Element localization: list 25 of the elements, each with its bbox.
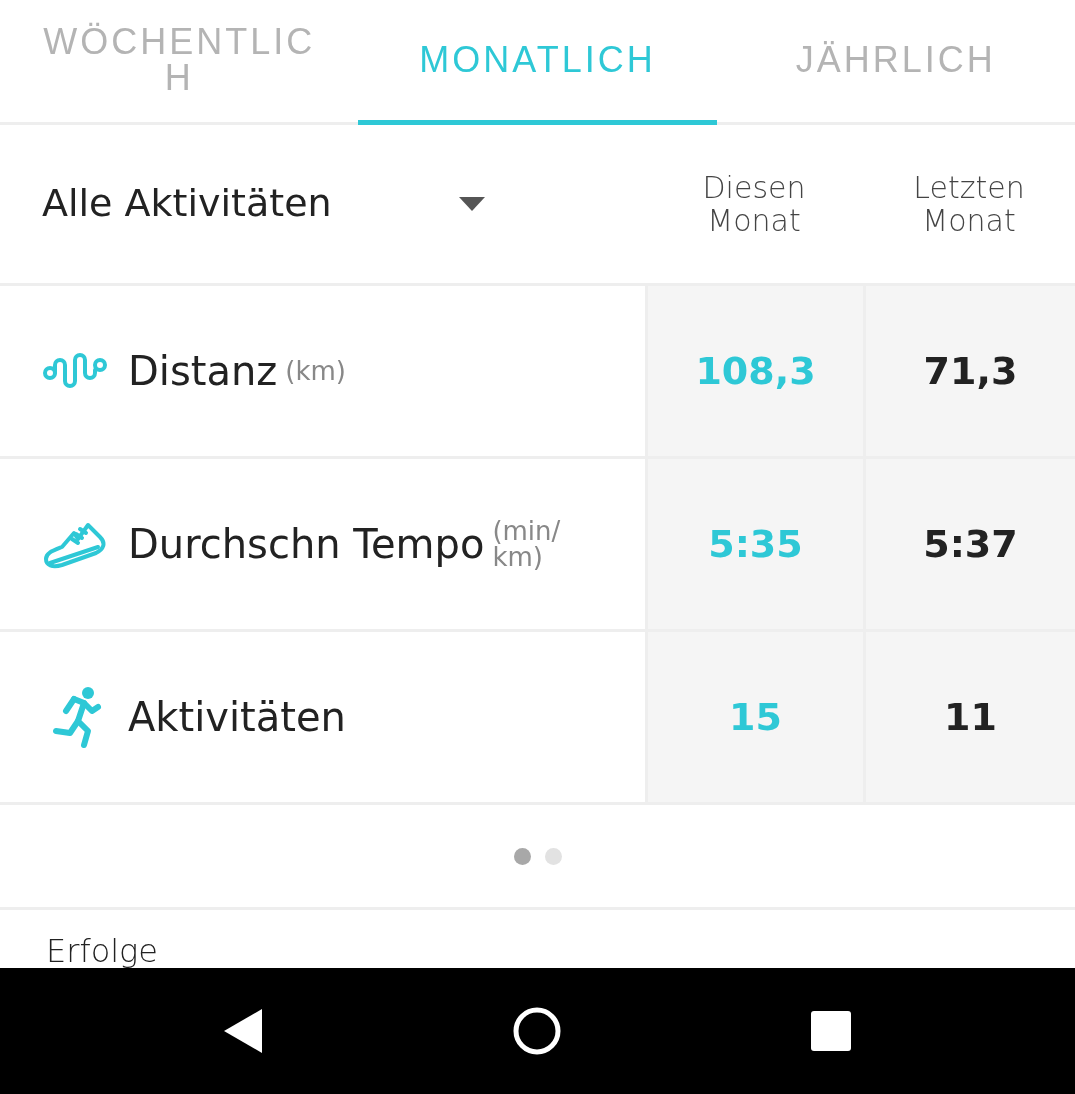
table-cell: 71,3: [863, 286, 1075, 456]
tab[interactable]: WÖCHENTLICH: [0, 0, 359, 125]
activity-filter-dropdown[interactable]: Alle Aktivitäten: [0, 183, 645, 225]
unit-label: (km): [285, 358, 346, 384]
column-header: Diesen Monat: [701, 171, 807, 237]
tab[interactable]: JÄHRLICH: [716, 0, 1075, 125]
back-button[interactable]: [224, 1009, 265, 1053]
table-cell: 11: [863, 632, 1075, 802]
metric-label: Durchschn Tempo: [128, 521, 485, 567]
table-cell: 5:37: [863, 459, 1075, 629]
page-dot[interactable]: [544, 847, 562, 865]
metric-label: Aktivitäten: [128, 694, 346, 740]
table-cell: 5:35: [645, 459, 863, 629]
caret-icon: [459, 197, 485, 211]
home-button[interactable]: [512, 1006, 563, 1056]
page-dot[interactable]: [513, 847, 531, 865]
section-title: Erfolge: [46, 932, 158, 968]
tab[interactable]: MONATLICH: [358, 0, 717, 125]
recents-button[interactable]: [810, 1011, 851, 1051]
unit-label: (min/ km): [492, 518, 562, 570]
metric-label: Distanz: [128, 348, 278, 394]
column-header: Letzten Monat: [912, 171, 1026, 237]
table-cell: 15: [645, 632, 863, 802]
table-cell: 108,3: [645, 286, 863, 456]
route-icon: [43, 351, 107, 391]
